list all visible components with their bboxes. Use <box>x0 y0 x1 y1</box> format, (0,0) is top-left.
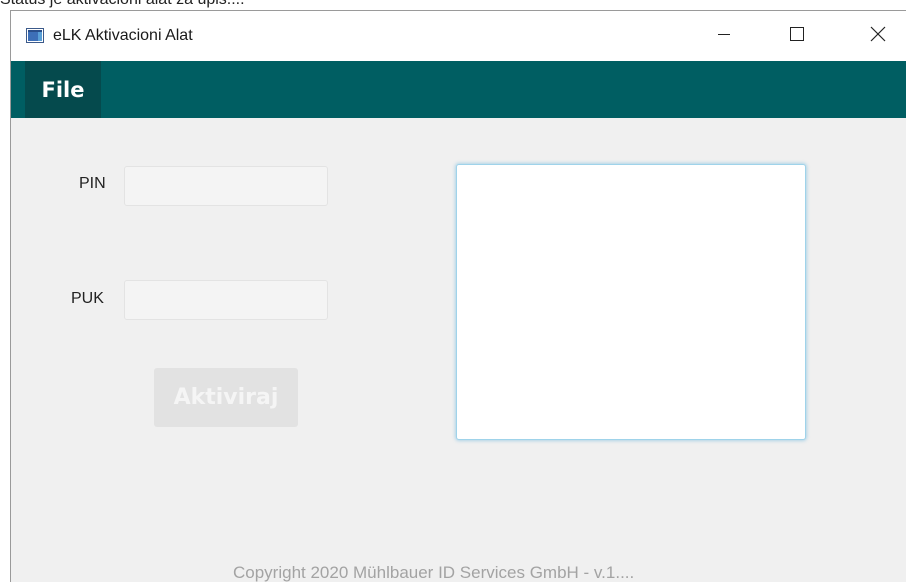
window-title: eLK Aktivacioni Alat <box>53 27 193 44</box>
menu-file[interactable]: File <box>25 61 101 118</box>
activate-button[interactable]: Aktiviraj <box>154 368 298 427</box>
minimize-button[interactable] <box>701 11 747 61</box>
maximize-button[interactable] <box>774 11 820 61</box>
output-text-area[interactable] <box>456 164 806 440</box>
app-window: eLK Aktivacioni Alat File PIN PUK Aktivi <box>10 10 906 582</box>
menu-bar: File <box>11 61 906 118</box>
puk-field[interactable] <box>124 280 328 320</box>
title-bar[interactable]: eLK Aktivacioni Alat <box>11 11 906 61</box>
pin-label: PIN <box>79 175 106 192</box>
puk-label: PUK <box>71 290 104 307</box>
maximize-icon <box>790 26 804 46</box>
pin-field[interactable] <box>124 166 328 206</box>
close-icon <box>870 26 886 47</box>
close-button[interactable] <box>855 11 901 61</box>
app-window-icon <box>26 28 44 43</box>
minimize-icon <box>717 27 731 46</box>
copyright-text: Copyright 2020 Mühlbauer ID Services Gmb… <box>233 563 635 582</box>
background-window-strip: Status je aktivacioni alat za upis.... <box>0 0 906 10</box>
background-window-text: Status je aktivacioni alat za upis.... <box>0 0 245 9</box>
